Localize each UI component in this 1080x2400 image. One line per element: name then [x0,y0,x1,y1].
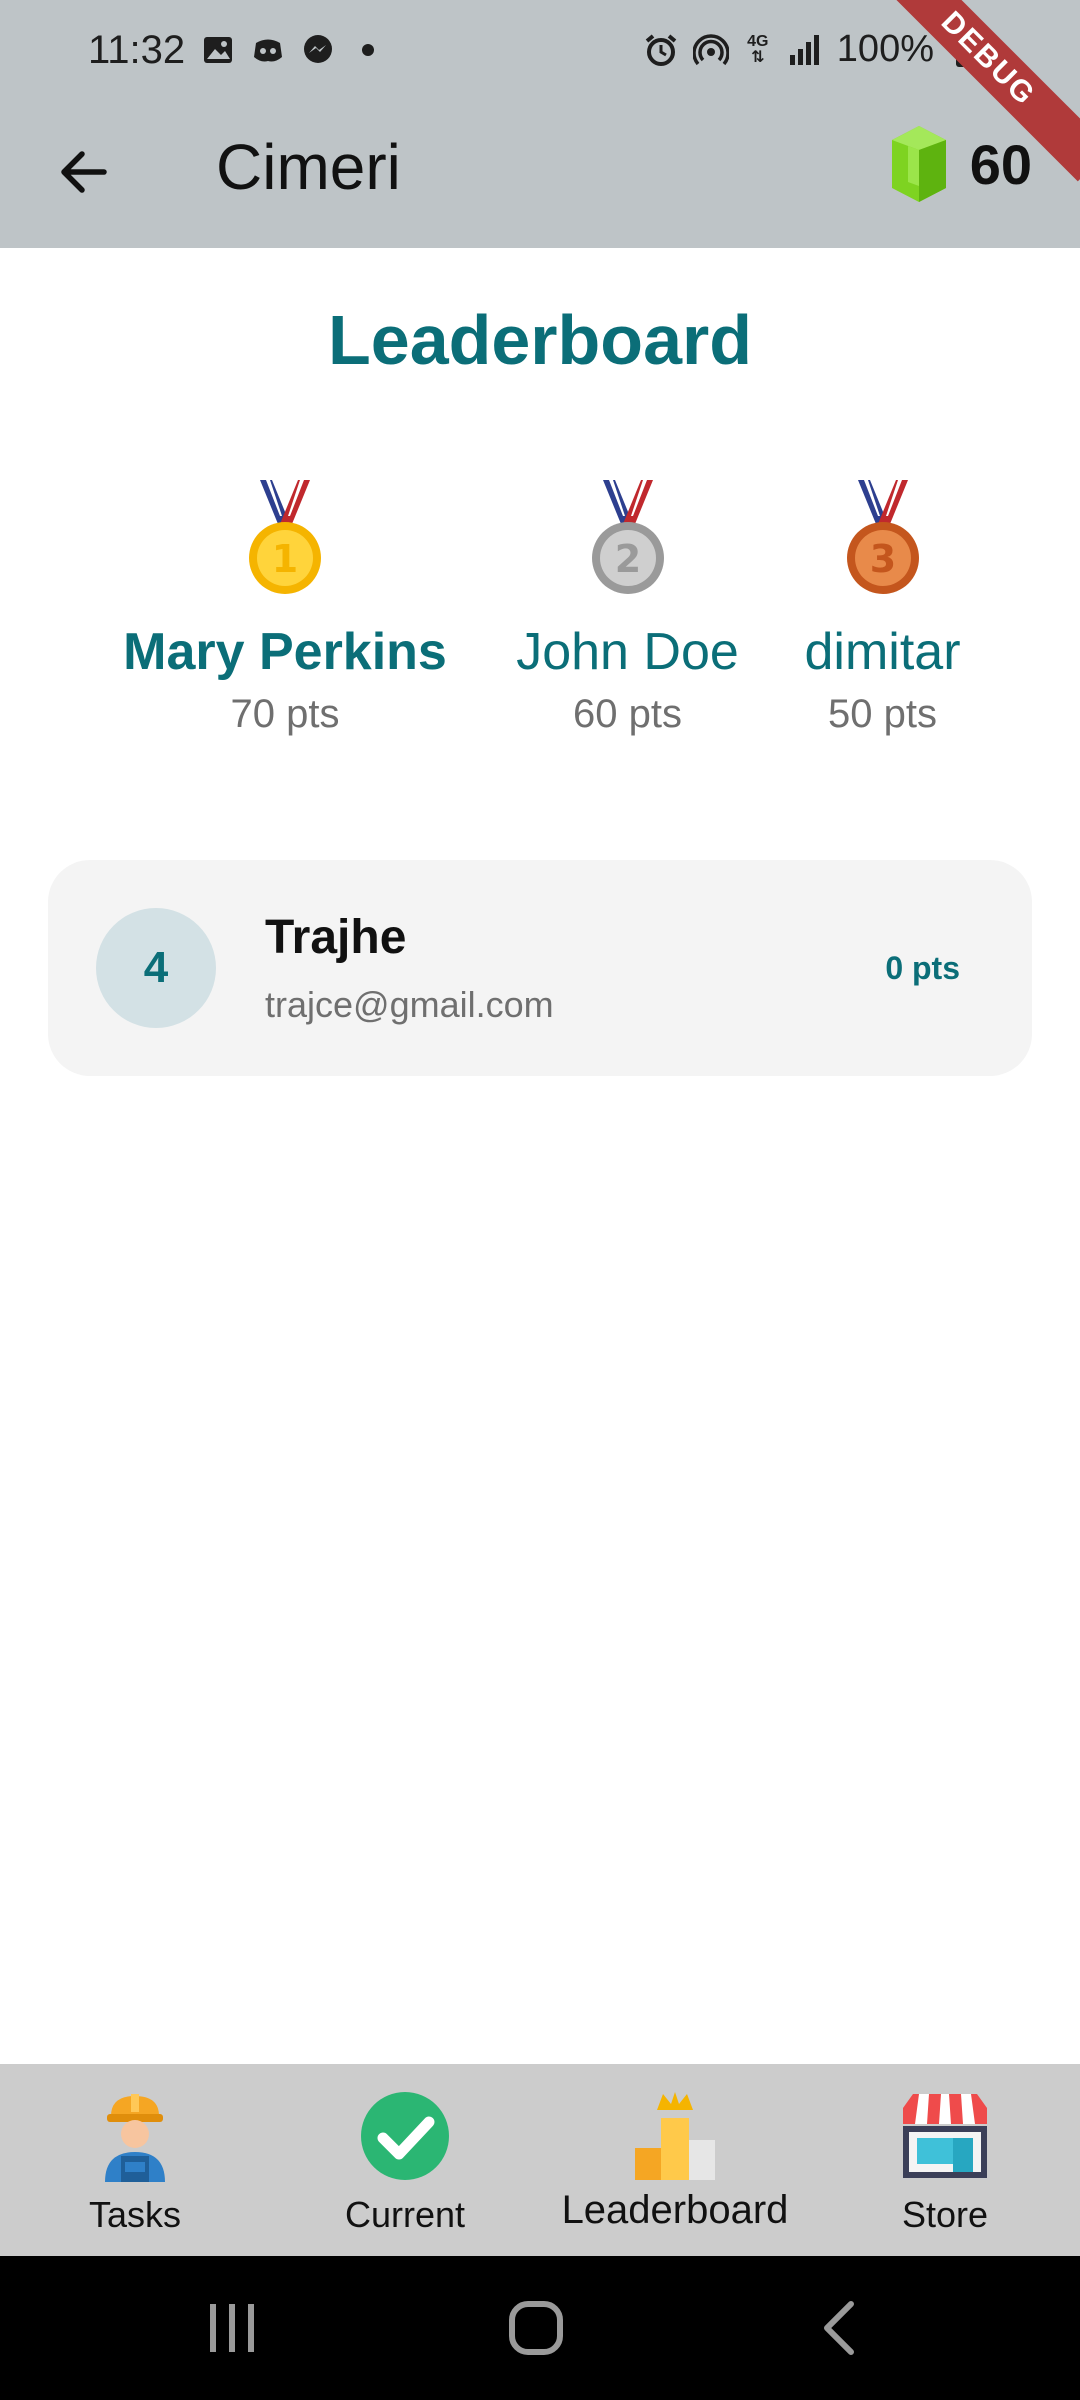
recent-apps-button[interactable] [192,2292,272,2364]
gem-icon [891,126,946,202]
nav-item-leaderboard[interactable]: Leaderboard [540,2064,810,2256]
signal-icon [787,32,823,68]
podium-first-name: Mary Perkins [123,623,447,681]
back-button[interactable] [44,132,124,212]
podium-third-name: dimitar [804,623,961,681]
worker-icon [105,2094,165,2182]
svg-text:2: 2 [614,537,640,581]
podium-first[interactable]: 1 Mary Perkins 70 pts [110,480,460,737]
podium-second-name: John Doe [516,623,739,681]
discord-icon [250,32,286,68]
messenger-icon [300,32,336,68]
gem-count: 60 [969,132,1032,196]
podium-second[interactable]: 2 John Doe 60 pts [500,480,755,737]
list-item[interactable]: 4 Trajhe trajce@gmail.com 0 pts [48,860,1032,1076]
store-icon [903,2094,987,2178]
nav-label-leaderboard: Leaderboard [561,2188,789,2232]
svg-text:1: 1 [272,537,298,581]
bottom-navigation: Tasks Current Leaderboard Store [0,2064,1080,2256]
rank-user-name: Trajhe [265,911,407,964]
gallery-icon [200,32,236,68]
podium-third[interactable]: 3 dimitar 50 pts [790,480,975,737]
silver-medal-icon: 2 [591,480,664,594]
svg-text:3: 3 [869,537,895,581]
arrow-left-icon [61,151,107,193]
gold-medal-icon: 1 [249,480,321,594]
hotspot-icon [692,32,729,68]
nav-item-store[interactable]: Store [810,2064,1080,2256]
bronze-medal-icon: 3 [846,480,919,594]
rank-user-points: 0 pts [885,950,960,986]
system-back-button[interactable] [800,2292,880,2364]
battery-percent: 100% [836,28,934,70]
status-time: 11:32 [88,28,186,72]
chevron-left-icon [824,2301,854,2355]
nav-label-tasks: Tasks [88,2194,182,2235]
notification-icons [200,32,386,68]
app-title: Cimeri [216,131,401,203]
nav-label-store: Store [901,2194,989,2235]
podium-third-points: 50 pts [828,692,937,736]
nav-item-tasks[interactable]: Tasks [0,2064,270,2256]
app-bar: Cimeri 60 [0,104,1080,248]
rank-badge: 4 [96,908,216,1028]
gem-balance[interactable]: 60 [891,126,1032,202]
check-circle-icon [361,2092,449,2180]
system-navigation-bar [0,2256,1080,2400]
alarm-icon [643,32,679,68]
recent-apps-icon [210,2304,254,2352]
home-icon [509,2301,563,2355]
podium-first-points: 70 pts [230,692,340,736]
nav-item-current[interactable]: Current [270,2064,540,2256]
network-4g-icon: 4G ⇅ [747,32,769,66]
rank-user-email: trajce@gmail.com [265,984,554,1025]
page-title: Leaderboard [328,301,752,379]
home-button[interactable] [496,2292,576,2364]
podium-crown-icon [635,2092,715,2180]
nav-label-current: Current [344,2194,466,2235]
podium-second-points: 60 pts [573,692,682,736]
more-notifications-icon [350,32,386,68]
